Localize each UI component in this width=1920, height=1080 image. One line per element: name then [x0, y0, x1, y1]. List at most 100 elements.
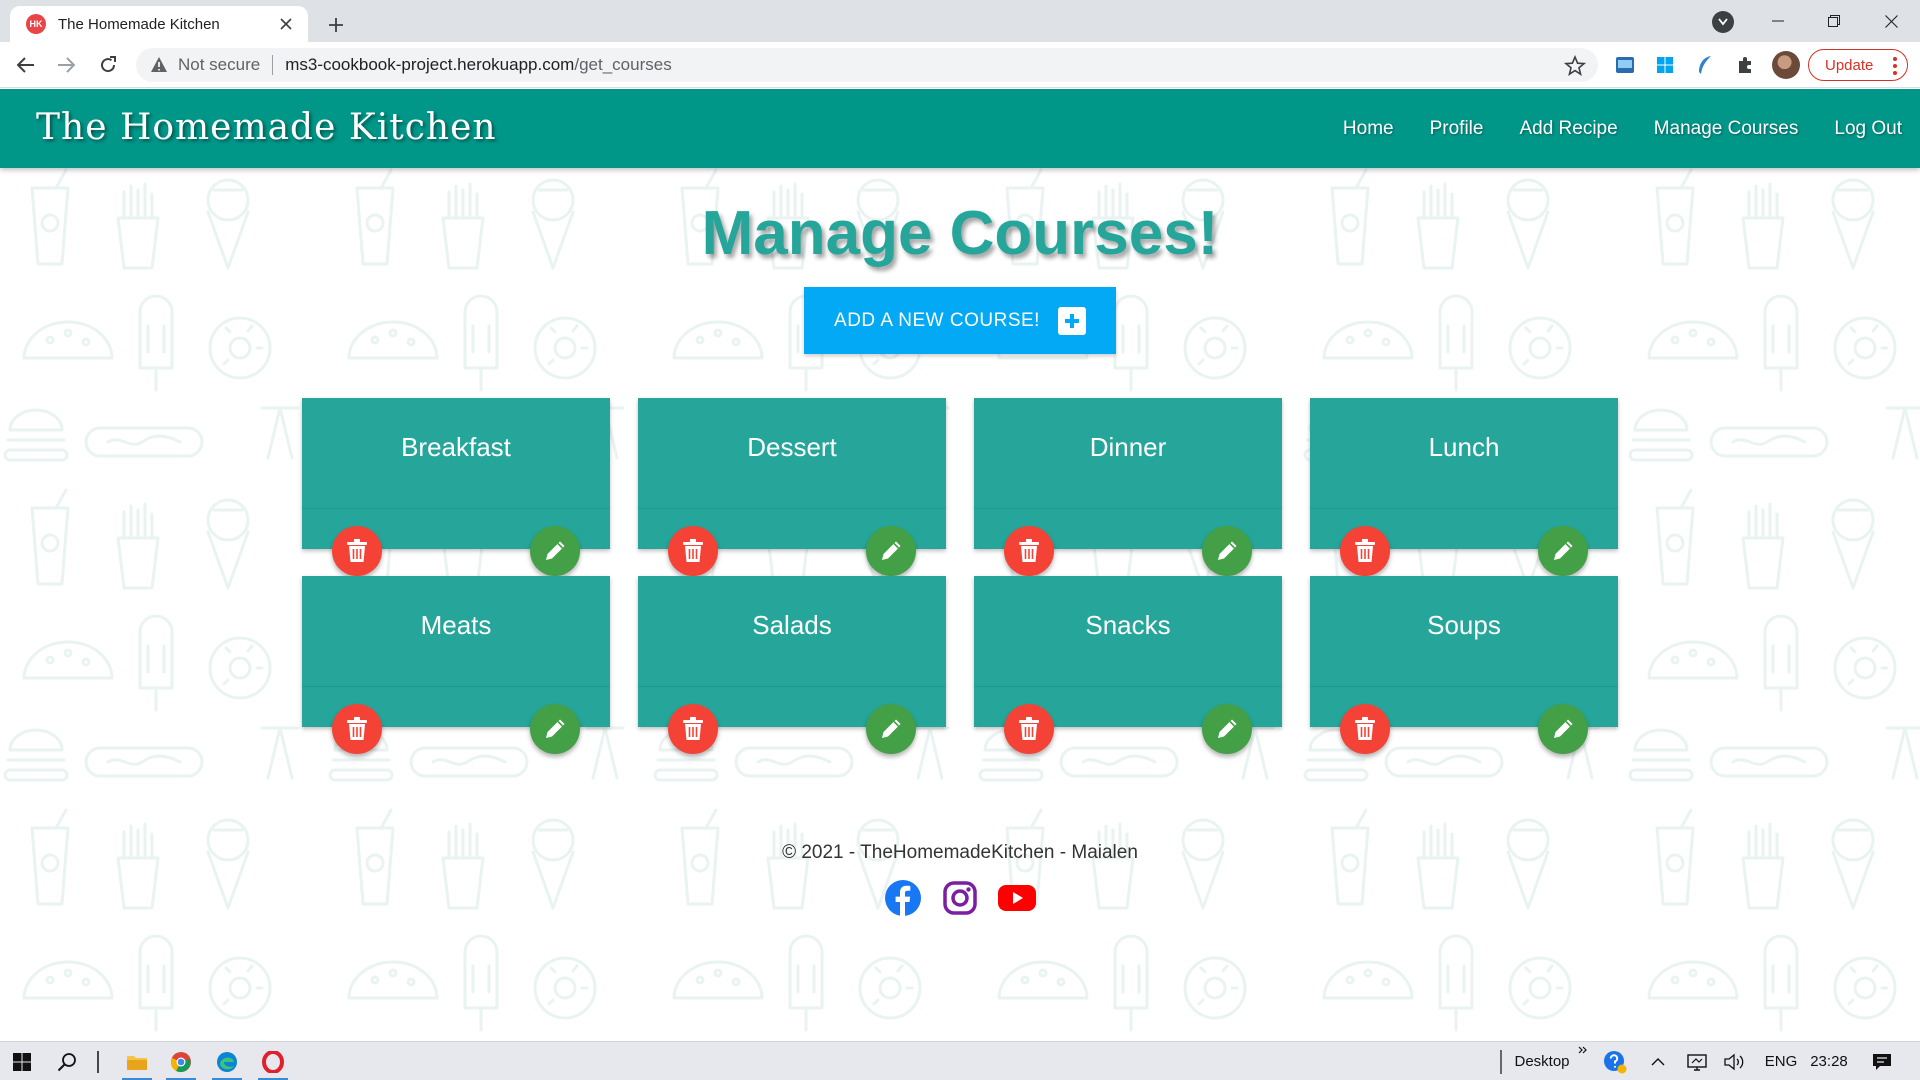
delete-course-button[interactable] [1340, 526, 1390, 576]
network-icon[interactable] [1684, 1042, 1710, 1080]
delete-course-button[interactable] [1004, 526, 1054, 576]
card-divider [974, 686, 1282, 687]
pencil-icon [882, 541, 901, 560]
delete-course-button[interactable] [1340, 704, 1390, 754]
chevron-up-icon[interactable] [1646, 1042, 1670, 1080]
pencil-icon [546, 541, 565, 560]
desktop-toolbar-divider [1498, 1042, 1504, 1080]
delete-course-button[interactable] [332, 704, 382, 754]
course-card: Dinner [974, 398, 1282, 576]
close-tab-icon[interactable] [276, 14, 296, 34]
site-favicon: HK [26, 14, 46, 34]
profile-avatar[interactable] [1772, 51, 1800, 79]
card-divider [302, 686, 610, 687]
more-menu-icon[interactable] [1893, 57, 1897, 78]
extension-feather-icon[interactable] [1694, 54, 1716, 76]
update-button[interactable]: Update [1808, 49, 1908, 81]
course-name: Meats [420, 610, 492, 640]
delete-course-button[interactable] [668, 526, 718, 576]
course-card: Snacks [974, 576, 1282, 754]
notifications-icon[interactable] [1864, 1042, 1900, 1080]
browser-tab[interactable]: HK The Homemade Kitchen [10, 6, 308, 42]
back-button[interactable] [10, 49, 42, 81]
nav-profile[interactable]: Profile [1430, 118, 1484, 140]
clock-time: 23:28 [1810, 1053, 1848, 1070]
bookmark-star-icon[interactable] [1564, 55, 1586, 77]
add-course-label: ADD A NEW COURSE! [834, 309, 1040, 331]
trash-icon [1019, 717, 1039, 740]
delete-course-button[interactable] [1004, 704, 1054, 754]
edit-course-button[interactable] [1538, 526, 1588, 576]
course-card: Soups [1310, 576, 1618, 754]
language-indicator[interactable]: ENG [1760, 1042, 1802, 1080]
browser-toolbar: Not secure ms3-cookbook-project.herokuap… [0, 42, 1920, 88]
extension-windows-icon[interactable] [1654, 54, 1676, 76]
edit-course-button[interactable] [1202, 526, 1252, 576]
edit-course-button[interactable] [530, 704, 580, 754]
delete-course-button[interactable] [668, 704, 718, 754]
edit-course-button[interactable] [866, 526, 916, 576]
search-icon[interactable] [50, 1042, 84, 1080]
volume-icon[interactable] [1722, 1042, 1748, 1080]
clock[interactable]: 23:28 [1806, 1042, 1852, 1080]
browser-tab-strip: HK The Homemade Kitchen [0, 0, 1920, 42]
restore-window-button[interactable] [1811, 0, 1857, 42]
new-tab-button[interactable] [320, 9, 352, 41]
chrome-icon[interactable] [162, 1042, 200, 1080]
card-divider [974, 508, 1282, 509]
site-brand-logo[interactable]: The Homemade Kitchen [36, 107, 497, 148]
windows-taskbar: Desktop ENG 23:28 [0, 1041, 1920, 1080]
pencil-icon [546, 719, 565, 738]
nav-links: Home Profile Add Recipe Manage Courses L… [1307, 89, 1902, 168]
nav-add-recipe[interactable]: Add Recipe [1519, 118, 1617, 140]
extension-screen-icon[interactable] [1614, 54, 1636, 76]
edit-course-button[interactable] [1202, 704, 1252, 754]
nav-log-out[interactable]: Log Out [1834, 118, 1902, 140]
youtube-icon[interactable] [997, 878, 1037, 918]
close-window-button[interactable] [1868, 0, 1914, 42]
edit-course-button[interactable] [866, 704, 916, 754]
file-explorer-icon[interactable] [118, 1042, 156, 1080]
desktop-label: Desktop [1514, 1053, 1570, 1070]
tab-title: The Homemade Kitchen [58, 15, 220, 33]
opera-icon[interactable] [254, 1042, 292, 1080]
instagram-icon[interactable] [940, 878, 980, 918]
delete-course-button[interactable] [332, 526, 382, 576]
edit-course-button[interactable] [1538, 704, 1588, 754]
nav-home[interactable]: Home [1343, 118, 1394, 140]
facebook-icon[interactable] [883, 878, 923, 918]
course-card: Meats [302, 576, 610, 754]
edge-icon[interactable] [208, 1042, 246, 1080]
course-name: Breakfast [401, 432, 511, 462]
forward-button[interactable] [50, 49, 82, 81]
trash-icon [683, 539, 703, 562]
trash-icon [683, 717, 703, 740]
pencil-icon [1554, 541, 1573, 560]
course-card: Lunch [1310, 398, 1618, 576]
warning-icon[interactable] [150, 56, 168, 74]
tab-search-icon[interactable] [1712, 11, 1734, 33]
course-name: Soups [1427, 610, 1501, 640]
reload-button[interactable] [92, 49, 124, 81]
trash-icon [1355, 539, 1375, 562]
edit-course-button[interactable] [530, 526, 580, 576]
pencil-icon [882, 719, 901, 738]
update-label: Update [1825, 56, 1874, 74]
language-label: ENG [1764, 1053, 1798, 1070]
desktop-toolbar[interactable]: Desktop [1510, 1042, 1574, 1080]
chevron-right-icon[interactable] [1576, 1042, 1590, 1080]
course-name: Snacks [1085, 610, 1171, 640]
extensions-puzzle-icon[interactable] [1734, 54, 1756, 76]
address-bar[interactable]: Not secure ms3-cookbook-project.herokuap… [136, 48, 1598, 82]
card-divider [638, 508, 946, 509]
help-icon[interactable] [1600, 1042, 1630, 1080]
web-page: The Homemade Kitchen Home Profile Add Re… [0, 89, 1920, 1041]
security-label[interactable]: Not secure [178, 55, 260, 75]
add-course-button[interactable]: ADD A NEW COURSE! [804, 287, 1116, 354]
windows-start-icon[interactable] [6, 1042, 38, 1080]
nav-manage-courses[interactable]: Manage Courses [1654, 118, 1799, 140]
social-links [883, 878, 1037, 918]
minimize-window-button[interactable] [1755, 0, 1801, 42]
card-divider [302, 508, 610, 509]
task-view-divider [94, 1042, 102, 1080]
